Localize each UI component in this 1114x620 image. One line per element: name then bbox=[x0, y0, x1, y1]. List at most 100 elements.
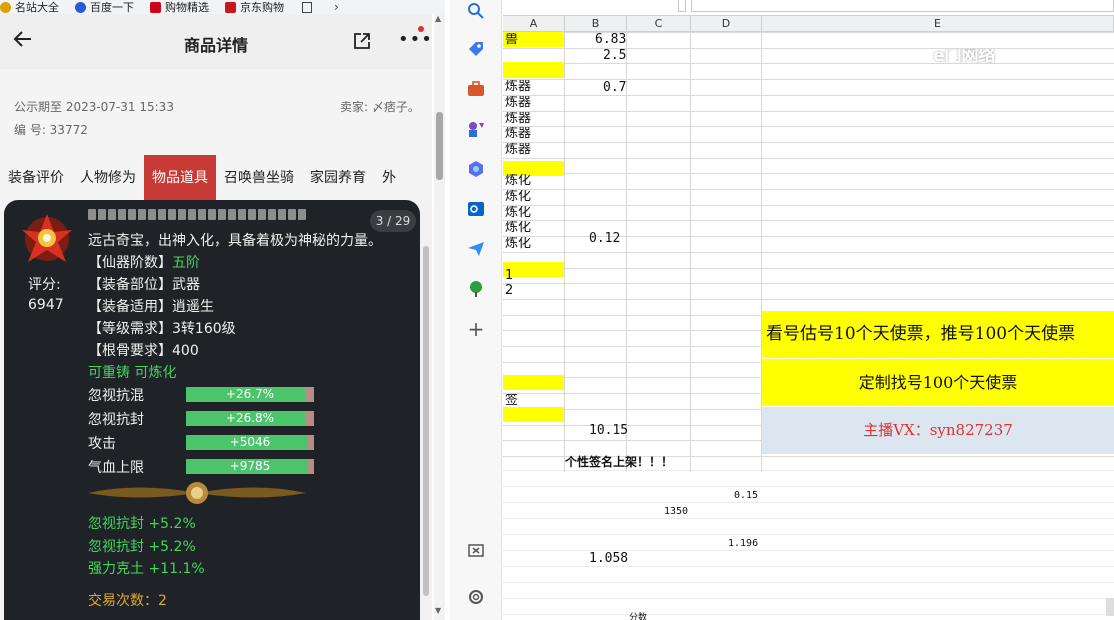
cell-c-lower1[interactable]: 1350 bbox=[664, 505, 688, 519]
row-line bbox=[503, 47, 1114, 49]
row-line bbox=[503, 424, 762, 426]
bookmark-bar: 名站大全 百度一下 购物精选 京东购物 › bbox=[0, 0, 445, 14]
cell-d-lower2[interactable]: 1.196 bbox=[728, 537, 758, 551]
column-header-a[interactable]: A bbox=[503, 16, 565, 32]
score-label: 评分: bbox=[28, 277, 61, 293]
bookmark-item[interactable]: 百度一下 bbox=[75, 0, 134, 14]
cell-a[interactable]: 炼器 bbox=[505, 112, 531, 126]
tab-summons-mounts[interactable]: 召唤兽坐骑 bbox=[216, 155, 302, 201]
toolbox-icon[interactable] bbox=[467, 80, 485, 98]
browser-sidebar: + bbox=[450, 0, 502, 620]
cell-a[interactable]: 炼器 bbox=[505, 127, 531, 141]
screenshot-icon[interactable] bbox=[467, 542, 485, 560]
search-icon[interactable] bbox=[467, 2, 485, 20]
row-line bbox=[503, 486, 1114, 487]
card-scrollbar[interactable] bbox=[420, 200, 432, 620]
copilot-icon[interactable] bbox=[467, 160, 485, 178]
item-pager[interactable]: 3 / 29 bbox=[370, 210, 416, 232]
outlook-icon[interactable] bbox=[467, 200, 485, 218]
cell-b5[interactable]: 0.7 bbox=[603, 81, 626, 95]
level-markers bbox=[88, 209, 306, 220]
public-period: 公示期至 2023-07-31 15:33 bbox=[14, 100, 174, 114]
sheet-scrollbar[interactable] bbox=[1106, 598, 1114, 616]
row-line bbox=[503, 189, 1114, 190]
item-flags: 可重铸 可炼化 bbox=[88, 365, 177, 381]
tab-character-cultivation[interactable]: 人物修为 bbox=[72, 155, 144, 201]
attribute-row: 【装备部位】武器 bbox=[88, 277, 200, 293]
stat-label: 气血上限 bbox=[88, 460, 144, 476]
tab-items[interactable]: 物品道具 bbox=[144, 155, 216, 201]
banner-contact[interactable]: 主播VX：syn827237 bbox=[762, 407, 1114, 454]
cell-a[interactable]: 炼器 bbox=[505, 96, 531, 110]
banner-custom[interactable]: 定制找号100个天使票 bbox=[762, 359, 1114, 406]
cell-a[interactable]: 炼器 bbox=[505, 143, 531, 157]
column-header-c[interactable]: C bbox=[627, 16, 691, 32]
cell-a[interactable]: 炼化 bbox=[505, 190, 531, 204]
cell-d-lower1[interactable]: 0.15 bbox=[734, 489, 758, 503]
row-line bbox=[503, 550, 1114, 551]
column-header-b[interactable]: B bbox=[565, 16, 627, 32]
bookmark-item[interactable]: 名站大全 bbox=[0, 0, 59, 14]
seller-name[interactable]: 卖家: 〆痞子。 bbox=[340, 98, 420, 115]
cell-a[interactable]: 炼器 bbox=[505, 80, 531, 94]
send-icon[interactable] bbox=[467, 240, 485, 258]
screen: 名站大全 百度一下 购物精选 京东购物 › 商品详情 ••• 公示期至 2023… bbox=[0, 0, 1114, 620]
cell-a[interactable]: 2 bbox=[505, 284, 513, 298]
cell-c-bottom[interactable]: 分数 bbox=[629, 611, 647, 620]
category-tabs: 装备评价 人物修为 物品道具 召唤兽坐骑 家园养育 外 bbox=[0, 155, 432, 201]
cell-b15[interactable]: 0.12 bbox=[589, 232, 620, 246]
cell-a[interactable]: 1 bbox=[505, 269, 513, 283]
stat-label: 忽视抗封 bbox=[88, 412, 144, 428]
cell-a[interactable]: 炼化 bbox=[505, 206, 531, 220]
row-line bbox=[503, 346, 762, 347]
tab-more[interactable]: 外 bbox=[374, 155, 404, 201]
ornament-divider bbox=[88, 480, 306, 506]
cell-b-lower1[interactable]: 1.058 bbox=[589, 552, 628, 566]
reading-list-icon[interactable] bbox=[302, 1, 312, 13]
tree-icon[interactable] bbox=[467, 280, 485, 298]
add-icon[interactable]: + bbox=[467, 319, 485, 339]
row-line bbox=[503, 141, 1114, 143]
row-line bbox=[503, 534, 1114, 535]
cell-b2[interactable]: 6.83 bbox=[595, 33, 626, 47]
tag-icon[interactable] bbox=[467, 40, 485, 58]
cell-a[interactable]: 签 bbox=[505, 394, 518, 408]
row-line bbox=[503, 94, 1114, 96]
tab-home-raising[interactable]: 家园养育 bbox=[302, 155, 374, 201]
row-line bbox=[503, 314, 762, 316]
bonus-line: 忽视抗封 +5.2% bbox=[88, 539, 196, 555]
note-cell[interactable]: 个性签名上架！！！ bbox=[565, 455, 673, 469]
row-line bbox=[503, 298, 1114, 300]
row-line bbox=[503, 582, 1114, 583]
cell-b3[interactable]: 2.5 bbox=[603, 49, 626, 63]
jd-icon bbox=[225, 1, 236, 13]
bookmark-item[interactable]: 京东购物 bbox=[225, 0, 284, 14]
page-scrollbar[interactable]: ▲ ▼ bbox=[434, 14, 445, 620]
column-header-d[interactable]: D bbox=[691, 16, 762, 32]
share-icon[interactable] bbox=[353, 32, 371, 50]
stat-bar-row: 气血上限 +9785 bbox=[88, 457, 318, 476]
bookmark-label: 京东购物 bbox=[240, 1, 284, 14]
cell-a[interactable]: 炼化 bbox=[505, 237, 531, 251]
more-options-icon[interactable]: ••• bbox=[398, 29, 432, 50]
cell-b27[interactable]: 10.15 bbox=[589, 424, 628, 438]
row-line bbox=[503, 173, 1114, 175]
spreadsheet: A B C D E 兽炼器 炼器 炼器 炼器 炼器 炼化 炼化 炼化 炼化 炼化 1 2 签 6.83 … bbox=[503, 0, 1114, 620]
bookmark-item[interactable]: 购物精选 bbox=[150, 0, 209, 14]
chevron-right-icon[interactable]: › bbox=[334, 0, 339, 14]
column-header-e[interactable]: E bbox=[762, 16, 1114, 32]
serial-number: 编 号: 33772 bbox=[14, 123, 88, 137]
stat-value: +26.7% bbox=[225, 387, 275, 401]
gear-icon[interactable] bbox=[467, 588, 485, 606]
row-line bbox=[503, 204, 1114, 206]
bonus-line: 忽视抗封 +5.2% bbox=[88, 516, 196, 532]
stat-bar-row: 忽视抗封 +26.8% bbox=[88, 409, 318, 428]
banner-appraisal[interactable]: 看号估号10个天使票，推号100个天使票 bbox=[762, 311, 1114, 358]
cell-a[interactable]: 炼化 bbox=[505, 174, 531, 188]
tab-equipment-rating[interactable]: 装备评价 bbox=[0, 155, 72, 201]
games-icon[interactable] bbox=[467, 120, 485, 138]
cell-a[interactable]: 兽 bbox=[505, 33, 518, 47]
row-line bbox=[503, 63, 1114, 65]
cell-a[interactable]: 炼化 bbox=[505, 221, 531, 235]
row-line bbox=[503, 220, 1114, 222]
